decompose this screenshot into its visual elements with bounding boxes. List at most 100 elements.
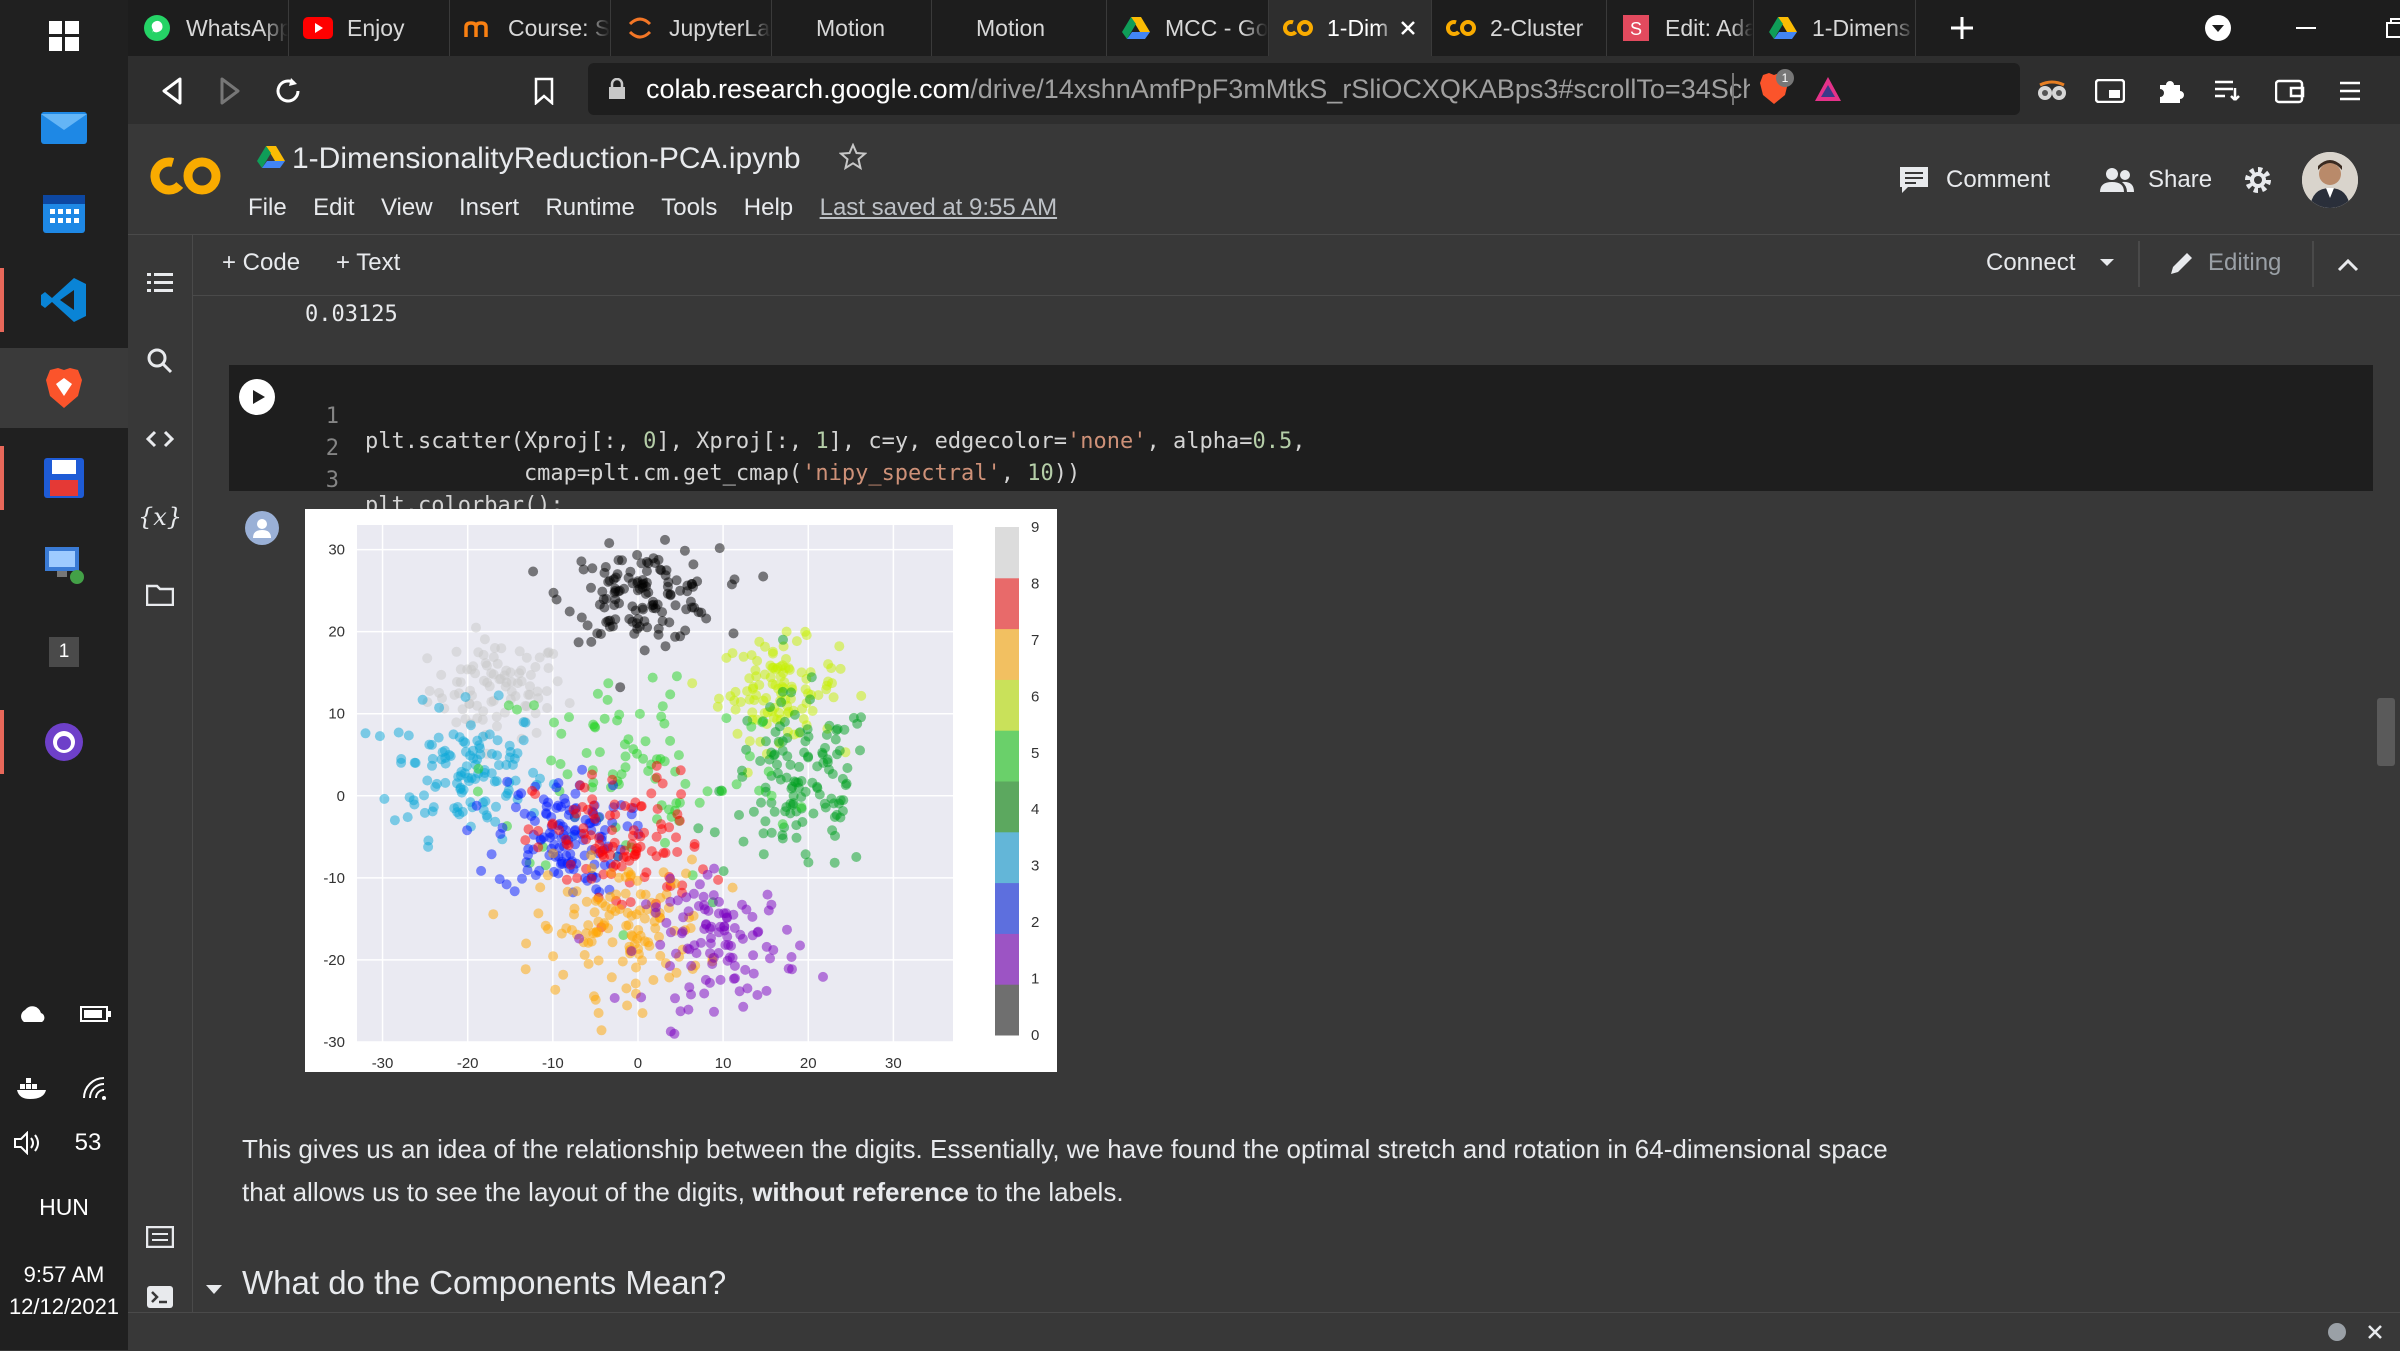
windows-start-icon[interactable] [0,0,128,72]
editing-mode-button[interactable]: Editing [2168,245,2281,281]
remote-desktop-icon[interactable] [0,524,128,604]
share-button[interactable]: Share [2100,160,2212,200]
connect-button[interactable]: Connect [1986,245,2115,281]
onedrive-icon[interactable] [0,984,64,1044]
collapse-section-icon[interactable] [203,1282,225,1298]
picture-in-picture-icon[interactable] [2092,73,2128,109]
menu-file[interactable]: File [248,194,287,221]
scatter-point [641,577,652,588]
mail-icon[interactable] [0,86,128,166]
scatter-point [601,617,612,628]
notebook-content: 0.03125 1 plt.scatter(Xproj[:, 0], Xproj… [193,296,2400,1312]
restore-button[interactable] [2380,12,2400,44]
star-icon[interactable] [838,142,868,172]
browser-tab[interactable]: Motion [932,0,1107,56]
calendar-icon[interactable] [0,172,128,252]
wallet-icon[interactable] [2272,73,2308,109]
back-button[interactable] [154,73,190,109]
taskbar-badge[interactable]: 1 [0,612,128,692]
tab-search-icon[interactable] [2202,12,2234,44]
close-tab-icon[interactable] [1395,20,1421,36]
reload-button[interactable] [270,73,306,109]
user-avatar[interactable] [2302,152,2358,208]
close-status-icon[interactable] [2364,1321,2386,1343]
output-user-icon[interactable] [245,511,279,545]
brave-browser-icon[interactable] [0,348,128,428]
new-tab-button[interactable] [1944,10,1980,46]
scatter-point [660,837,670,848]
google-drive-icon [256,142,286,172]
menu-help[interactable]: Help [744,194,793,221]
browser-menu-icon[interactable] [2332,73,2368,109]
section-heading[interactable]: What do the Components Mean? [242,1264,726,1302]
extension-glasses-icon[interactable] [2034,73,2070,109]
browser-tab[interactable]: 2-Cluster [1432,0,1607,56]
docker-icon[interactable] [0,1058,64,1118]
menu-edit[interactable]: Edit [313,194,354,221]
reading-list-icon[interactable] [2210,73,2246,109]
browser-tab[interactable]: JupyterLab [611,0,772,56]
scatter-point [744,736,755,747]
menu-view[interactable]: View [381,194,433,221]
scatter-point [533,825,544,836]
browser-tab[interactable]: S Edit: Ada [1607,0,1754,56]
github-desktop-icon[interactable] [0,702,128,782]
wifi-icon[interactable] [64,1058,128,1118]
collapse-header-icon[interactable] [2332,249,2364,281]
clock-date[interactable]: 12/12/2021 [0,1294,128,1320]
volume-icon[interactable] [0,1114,56,1172]
scatter-point [766,827,777,838]
extensions-puzzle-icon[interactable] [2152,73,2188,109]
add-text-cell-button[interactable]: + Text [336,249,400,277]
code-cell[interactable]: 1 plt.scatter(Xproj[:, 0], Xproj[:, 1], … [229,365,2373,518]
browser-tab[interactable]: MCC - Go [1107,0,1269,56]
menu-insert[interactable]: Insert [459,194,519,221]
last-saved-link[interactable]: Last saved at 9:55 AM [820,194,1057,221]
scatter-point [693,607,704,618]
status-dot-icon[interactable] [2328,1323,2346,1341]
scrollbar-thumb[interactable] [2377,698,2395,766]
brave-rewards-icon[interactable] [1810,71,1846,107]
code-snippets-icon[interactable] [128,414,192,464]
variables-icon[interactable]: {x} [128,492,192,542]
colab-logo-icon[interactable] [150,152,222,200]
browser-tab[interactable]: Course: S [450,0,611,56]
add-code-cell-button[interactable]: + Code [222,249,300,277]
markdown-text-cell[interactable]: This gives us an idea of the relationshi… [242,1128,2142,1214]
code-text[interactable]: plt.scatter(Xproj[:, 0], Xproj[:, 1], c=… [365,429,1305,454]
vscode-icon[interactable] [0,260,128,340]
clock-time[interactable]: 9:57 AM [0,1262,128,1288]
input-language[interactable]: HUN [0,1194,128,1221]
scatter-point [708,890,719,901]
scatter-point [494,874,505,885]
browser-tab[interactable]: 1-Dim [1269,0,1432,56]
browser-tab[interactable]: WhatsApp [128,0,289,56]
browser-tab[interactable]: Enjoy [289,0,450,56]
chevron-down-icon[interactable] [2099,258,2115,268]
search-icon[interactable] [128,336,192,386]
table-of-contents-icon[interactable] [128,258,192,308]
browser-tab[interactable]: Motion [772,0,932,56]
bookmark-icon[interactable] [526,73,562,109]
lock-icon[interactable] [606,78,628,100]
menu-tools[interactable]: Tools [661,194,717,221]
code-text[interactable]: cmap=plt.cm.get_cmap('nipy_spectral', 10… [365,461,1080,486]
save-disk-icon[interactable] [0,438,128,518]
scatter-point [546,755,557,766]
tab-title: Edit: Ada [1665,14,1753,41]
comment-button[interactable]: Comment [1898,160,2050,200]
scatter-point [576,556,587,567]
settings-gear-icon[interactable] [2240,162,2276,198]
menu-runtime[interactable]: Runtime [545,194,634,221]
address-bar[interactable]: colab.research.google.com/drive/14xshnAm… [588,63,2020,115]
forward-button[interactable] [212,73,248,109]
command-palette-icon[interactable] [128,1212,192,1262]
battery-icon[interactable] [64,984,128,1044]
browser-tab[interactable]: 1-Dimens [1754,0,1916,56]
scatter-point [542,870,553,881]
notebook-title[interactable]: 1-DimensionalityReduction-PCA.ipynb [292,142,801,176]
brave-shields-icon[interactable]: 1 [1754,69,1794,109]
files-folder-icon[interactable] [128,570,192,620]
minimize-button[interactable] [2290,12,2322,44]
scatter-point [782,733,793,743]
